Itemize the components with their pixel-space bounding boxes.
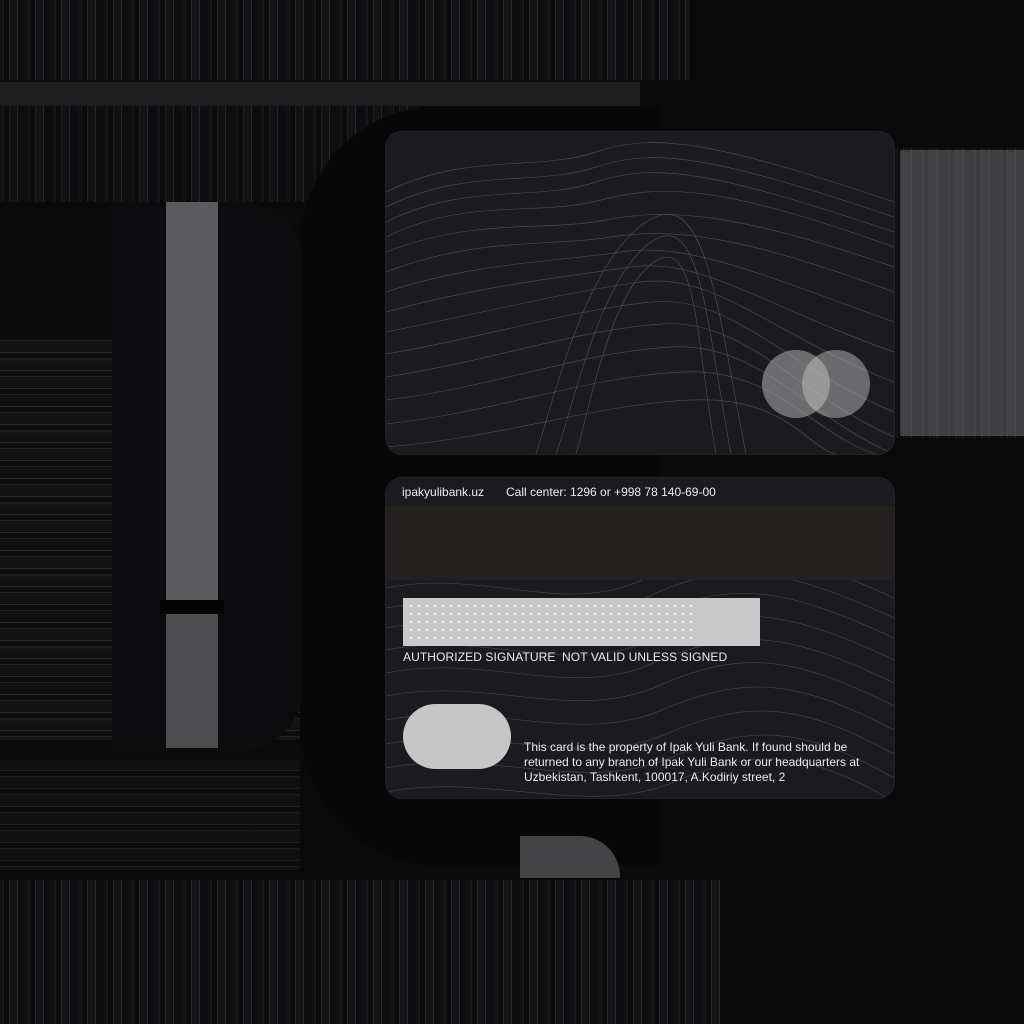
background-streaks-bottom-left: [0, 760, 300, 870]
property-notice: This card is the property of Ipak Yuli B…: [524, 740, 860, 784]
card-front: [386, 132, 894, 454]
background-black-gap: [160, 600, 224, 614]
background-band-top: [0, 82, 640, 106]
card-back: ipakyulibank.uz Call center: 1296 or +99…: [386, 478, 894, 798]
hologram-oval: [403, 704, 511, 769]
mockup-scene: ipakyulibank.uz Call center: 1296 or +99…: [0, 0, 1024, 1024]
background-streaks-top: [0, 0, 690, 80]
background-grey-right: [900, 150, 1024, 436]
call-center-info: Call center: 1296 or +998 78 140-69-00: [506, 485, 716, 499]
bank-website: ipakyulibank.uz: [402, 485, 485, 499]
authorized-signature-label: AUTHORIZED SIGNATURE: [403, 650, 556, 664]
background-streaks-bottom: [0, 880, 720, 1024]
signature-panel: [403, 598, 760, 646]
magnetic-stripe: [386, 506, 894, 580]
signature-panel-pattern: [407, 602, 697, 642]
logo-right-circle-icon: [802, 350, 870, 418]
background-grey-bar: [166, 202, 218, 600]
background-grey-bar-lower: [166, 614, 218, 748]
not-valid-label: NOT VALID UNLESS SIGNED: [562, 650, 728, 664]
